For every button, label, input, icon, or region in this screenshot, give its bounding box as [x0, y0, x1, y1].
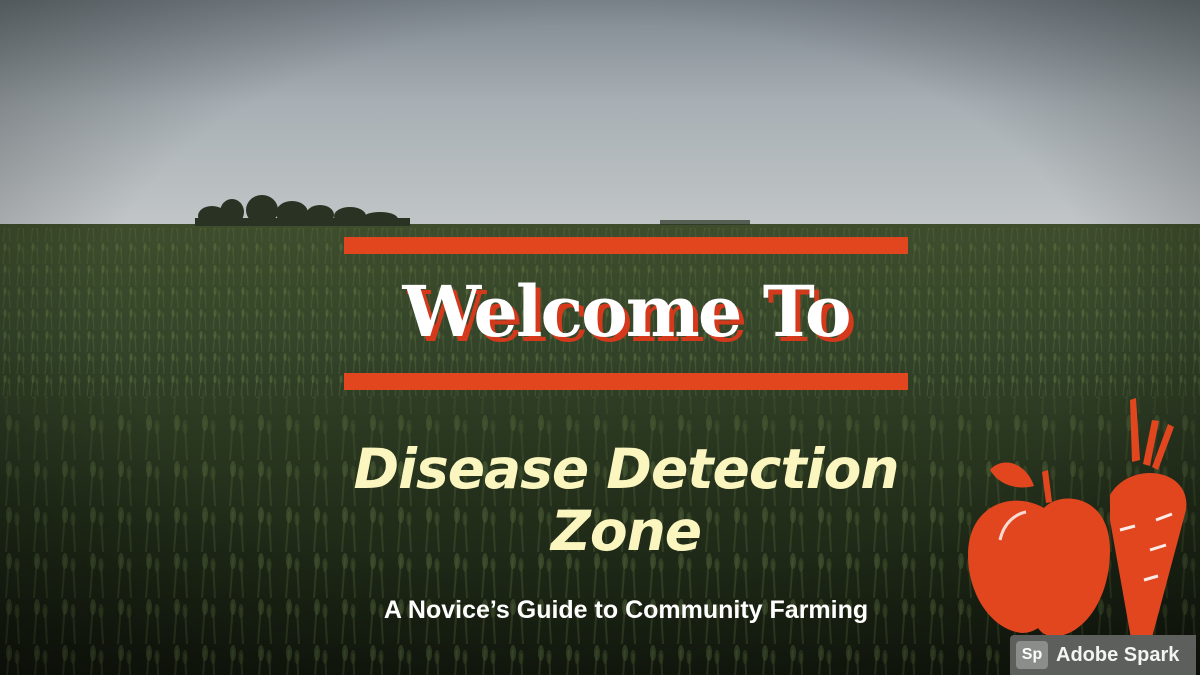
top-accent-bar — [344, 237, 908, 254]
title-slide: Welcome To Disease Detection Zone A Novi… — [0, 0, 1200, 675]
slide-subtitle: A Novice’s Guide to Community Farming — [383, 596, 869, 624]
adobe-spark-badge[interactable]: Sp Adobe Spark — [1010, 635, 1196, 675]
bottom-accent-bar — [344, 373, 908, 390]
welcome-heading: Welcome To — [402, 270, 851, 353]
apple-carrot-icon — [968, 398, 1187, 654]
badge-label: Adobe Spark — [1056, 644, 1180, 666]
spark-logo-icon: Sp — [1016, 641, 1048, 669]
slide-title: Disease Detection Zone — [353, 437, 899, 563]
